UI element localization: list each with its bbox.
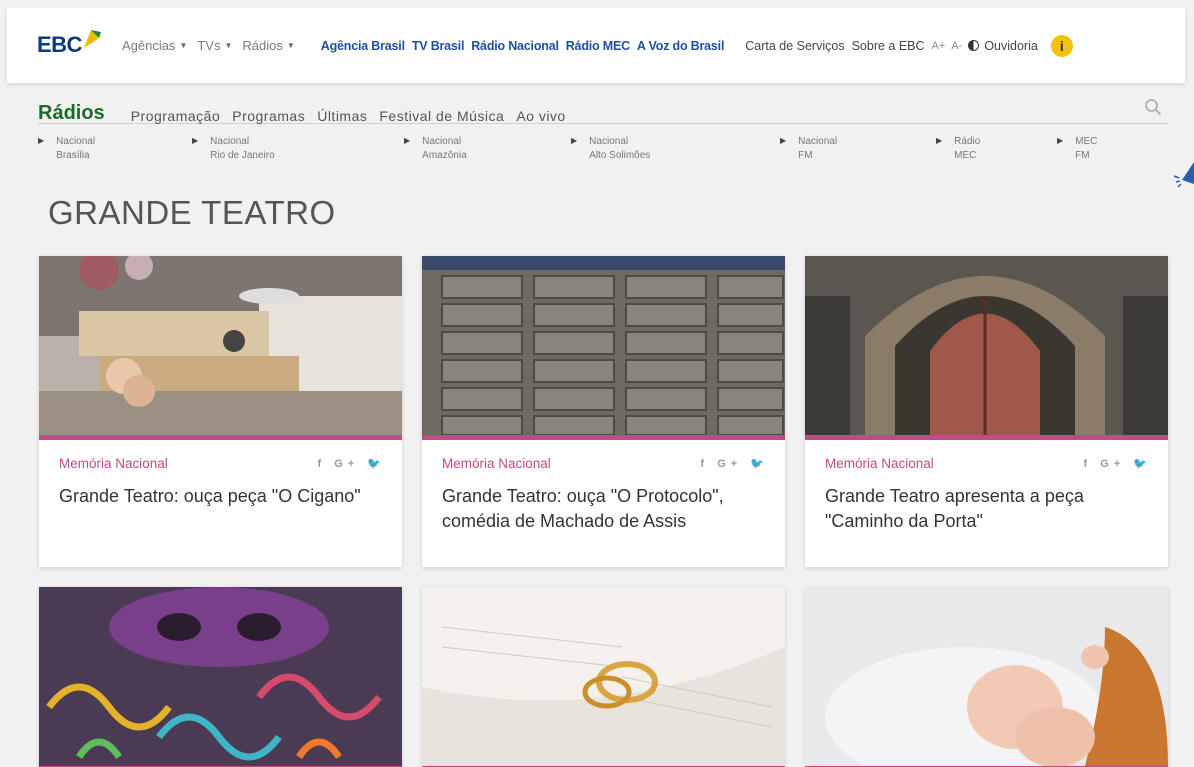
font-decrease-button[interactable]: A- <box>951 40 962 52</box>
play-icon: ▶ <box>404 136 411 145</box>
article-card[interactable] <box>39 587 402 767</box>
link-a-voz-do-brasil[interactable]: A Voz do Brasil <box>637 39 724 53</box>
station-mec-fm[interactable]: ▶ MEC FM <box>1057 135 1097 163</box>
station-nacional-amazonia[interactable]: ▶ Nacional Amazônia <box>404 135 467 163</box>
dropdown-radios[interactable]: Rádios ▼ <box>242 38 294 53</box>
top-bar: EBC Agências ▼ TVs ▼ Rádios ▼ Agência Brasi… <box>7 8 1185 83</box>
play-icon: ▶ <box>1057 136 1064 145</box>
caret-down-icon: ▼ <box>179 41 188 50</box>
article-image-carnival-mask[interactable] <box>39 587 402 766</box>
station-radio-mec[interactable]: ▶ Rádio MEC <box>936 135 980 163</box>
section-title[interactable]: Rádios <box>38 102 105 125</box>
caret-down-icon: ▼ <box>286 41 295 50</box>
ebc-logo-mark-icon <box>83 29 101 48</box>
article-headline[interactable]: Grande Teatro: ouça peça "O Cigano" <box>59 484 382 509</box>
article-card[interactable]: Memória Nacional f G+ 🐦 Grande Teatro: o… <box>422 256 785 567</box>
font-increase-button[interactable]: A+ <box>932 40 946 52</box>
article-image-church-door[interactable] <box>805 256 1168 435</box>
link-radio-nacional[interactable]: Rádio Nacional <box>471 39 559 53</box>
play-icon: ▶ <box>936 136 943 145</box>
article-image-books-macarons[interactable] <box>39 256 402 435</box>
nav-programas[interactable]: Programas <box>232 108 305 124</box>
share-icons[interactable]: f G+ 🐦 <box>701 457 769 470</box>
page-title: GRANDE TEATRO <box>48 194 336 231</box>
link-sobre-a-ebc[interactable]: Sobre a EBC <box>852 39 925 53</box>
play-icon: ▶ <box>192 136 199 145</box>
dropdown-tvs[interactable]: TVs ▼ <box>197 38 232 53</box>
dropdown-agencias[interactable]: Agências ▼ <box>122 38 187 53</box>
station-nacional-alto-solimoes[interactable]: ▶ Nacional Alto Solimões <box>571 135 650 163</box>
ebc-logo[interactable]: EBC <box>37 28 102 58</box>
accessibility-hand-icon[interactable] <box>1172 162 1194 192</box>
twitter-icon[interactable]: 🐦 <box>1133 458 1152 470</box>
station-list: ▶ Nacional Brasília ▶ Nacional Rio de Jane… <box>38 135 1168 165</box>
play-icon: ▶ <box>38 136 45 145</box>
caret-down-icon: ▼ <box>224 41 233 50</box>
link-tv-brasil[interactable]: TV Brasil <box>412 39 465 53</box>
link-agencia-brasil[interactable]: Agência Brasil <box>321 39 405 53</box>
share-icons[interactable]: f G+ 🐦 <box>318 457 386 470</box>
link-ouvidoria[interactable]: Ouvidoria <box>984 39 1038 53</box>
nav-ao-vivo[interactable]: Ao vivo <box>516 108 565 124</box>
article-headline[interactable]: Grande Teatro: ouça "O Protocolo", coméd… <box>442 484 765 534</box>
link-radio-mec[interactable]: Rádio MEC <box>566 39 630 53</box>
nav-ultimas[interactable]: Últimas <box>317 108 367 124</box>
station-nacional-rio[interactable]: ▶ Nacional Rio de Janeiro <box>192 135 275 163</box>
article-card[interactable]: Memória Nacional f G+ 🐦 Grande Teatro: o… <box>39 256 402 567</box>
article-image-rings-on-book[interactable] <box>422 587 785 766</box>
article-card[interactable]: Memória Nacional f G+ 🐦 Grande Teatro ap… <box>805 256 1168 567</box>
logo-text: EBC <box>37 31 82 57</box>
search-icon[interactable] <box>1144 98 1162 116</box>
link-carta-de-servicos[interactable]: Carta de Serviços <box>745 39 844 53</box>
play-icon: ▶ <box>780 136 787 145</box>
article-image-file-cabinets[interactable] <box>422 256 785 435</box>
article-headline[interactable]: Grande Teatro apresenta a peça "Caminho … <box>825 484 1148 534</box>
twitter-icon[interactable]: 🐦 <box>750 458 769 470</box>
nav-programacao[interactable]: Programação <box>131 108 221 124</box>
station-nacional-fm[interactable]: ▶ Nacional FM <box>780 135 837 163</box>
section-nav: Rádios Programação Programas Últimas Fes… <box>38 99 1168 125</box>
contrast-icon[interactable] <box>968 40 980 51</box>
station-nacional-brasilia[interactable]: ▶ Nacional Brasília <box>38 135 95 163</box>
info-icon[interactable]: i <box>1050 34 1073 57</box>
share-icons[interactable]: f G+ 🐦 <box>1084 457 1152 470</box>
play-icon: ▶ <box>571 136 578 145</box>
article-card[interactable] <box>805 587 1168 767</box>
nav-festival-de-musica[interactable]: Festival de Música <box>379 108 504 124</box>
article-image-newborn-baby[interactable] <box>805 587 1168 766</box>
article-card[interactable] <box>422 587 785 767</box>
twitter-icon[interactable]: 🐦 <box>367 458 386 470</box>
